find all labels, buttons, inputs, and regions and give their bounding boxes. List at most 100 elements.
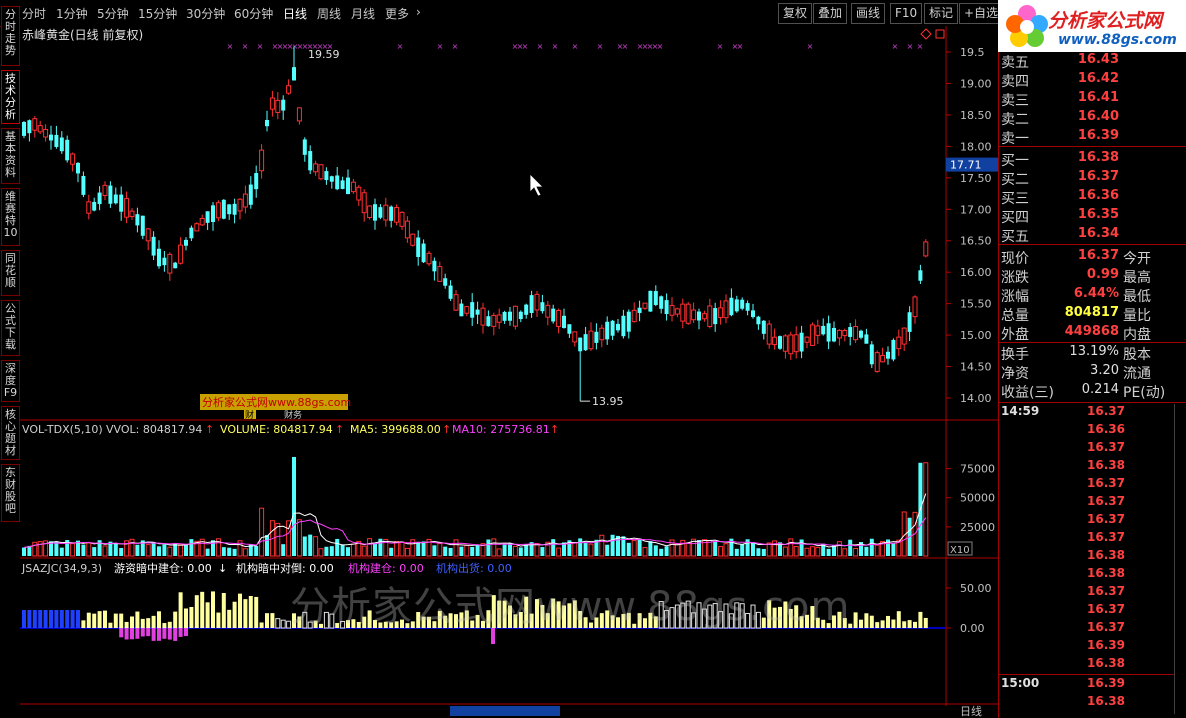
volume-bar [836, 541, 842, 557]
volume-bar [793, 546, 799, 557]
candle-body [562, 315, 566, 328]
volume-bar [437, 543, 443, 557]
tick-price: 16.38 [1087, 566, 1125, 580]
quote-separator [999, 244, 1186, 245]
volume-bar [394, 541, 400, 557]
ind-bar-magenta [167, 628, 172, 640]
stat-value: 804817 [1064, 305, 1119, 320]
period-tab-3[interactable]: 15分钟 [138, 5, 177, 22]
tick-price: 16.37 [1087, 512, 1125, 526]
volume-bar [605, 544, 610, 556]
tick-price: 16.37 [1087, 530, 1125, 544]
volume-bar [756, 548, 761, 556]
ind-bar-yellow [130, 616, 134, 628]
period-tab-9[interactable]: 更多 [385, 5, 409, 22]
candle-body [842, 329, 848, 337]
ind-bar-yellow [902, 621, 907, 628]
buy-level-price: 16.35 [1077, 207, 1119, 222]
period-tab-5[interactable]: 60分钟 [234, 5, 273, 22]
toolbar-button-1[interactable]: 叠加 [813, 3, 848, 24]
toolbar-button-4[interactable]: 标记 [924, 3, 959, 24]
candle-body [308, 151, 313, 171]
side-tab-2[interactable]: 基本资料 [1, 128, 20, 184]
volume-bar [648, 541, 653, 556]
candle-body [512, 305, 518, 327]
ind-bar-blue [27, 610, 32, 628]
stat-value: 0.99 [1086, 267, 1119, 282]
toolbar-button-2[interactable]: 画线 [851, 3, 886, 24]
volume-bar [718, 546, 724, 557]
ind-bar-yellow [907, 620, 912, 628]
candle-body [399, 211, 405, 227]
candle-body [237, 198, 243, 212]
price-axis-label: 17.50 [960, 172, 992, 185]
side-tab-5[interactable]: 公式下载 [1, 300, 20, 356]
ind-bar-yellow [205, 602, 210, 628]
toolbar-button-3[interactable]: F10 [890, 3, 923, 24]
ind-bar-yellow [140, 618, 145, 628]
candle-body [588, 330, 594, 350]
side-tab-1[interactable]: 技术分析 [1, 70, 20, 124]
stat-label-2: 内盘 [1123, 327, 1151, 343]
sell-level-price: 16.43 [1077, 52, 1119, 67]
volume-bar [443, 546, 448, 556]
tick-price: 16.37 [1087, 602, 1125, 616]
toolbar-button-5[interactable]: +自选 [959, 3, 1004, 24]
candle-body [329, 176, 334, 182]
period-tab-2[interactable]: 5分钟 [97, 5, 129, 22]
signal-marker: × [917, 42, 924, 51]
period-tab-8[interactable]: 月线 [351, 5, 375, 22]
volume-bar [448, 547, 453, 556]
sell-level-label: 卖四 [1001, 74, 1029, 90]
candle-body [756, 316, 761, 325]
side-tab-6[interactable]: 深度F9 [1, 360, 20, 402]
candle-body [350, 181, 356, 193]
period-tab-1[interactable]: 1分钟 [56, 5, 88, 22]
stat2-value: 13.19% [1069, 344, 1119, 359]
volume-bar [329, 546, 334, 556]
ind-bar-yellow [81, 620, 86, 628]
tick-scrollbar[interactable] [1174, 404, 1186, 714]
candle-body [318, 164, 324, 180]
ind-bar-yellow [923, 617, 928, 628]
vol-ma5-value: MA5: 399688.00 [350, 423, 441, 436]
volume-bar [815, 546, 821, 557]
candle-body [832, 327, 836, 342]
candle-body [421, 243, 426, 263]
ind-bar-yellow [880, 620, 885, 628]
side-tab-4[interactable]: 同花顺 [1, 250, 20, 296]
period-tab-7[interactable]: 周线 [317, 5, 341, 22]
period-tab-4[interactable]: 30分钟 [186, 5, 225, 22]
sell-level-label: 卖一 [1001, 131, 1029, 147]
side-tab-8[interactable]: 东财股吧 [1, 464, 20, 522]
volume-bar [302, 536, 307, 556]
candle-body [486, 316, 491, 327]
candle-body [669, 304, 675, 316]
candle-body [254, 173, 259, 190]
candle-body [685, 303, 691, 324]
candle-body [286, 85, 292, 94]
ind-line-2: 机构暗中对倒: 0.00 [236, 561, 334, 575]
period-tab-6[interactable]: 日线 [283, 5, 307, 22]
volume-bar [54, 541, 59, 556]
side-tab-3[interactable]: 维赛特10 [1, 188, 20, 246]
more-chevron-icon[interactable]: › [416, 5, 421, 19]
period-tab-0[interactable]: 分时 [22, 5, 46, 22]
sell-level-price: 16.42 [1077, 71, 1119, 86]
candle-body [880, 354, 886, 363]
quote-separator [999, 146, 1186, 147]
candle-body [578, 337, 583, 352]
ind-bar-yellow [913, 621, 917, 628]
side-tab-7[interactable]: 核心题材 [1, 406, 20, 460]
volume-bar [389, 547, 394, 556]
candle-body [167, 253, 173, 274]
stat2-label-2: 股本 [1123, 347, 1151, 363]
ind-bar-yellow [248, 595, 253, 628]
volume-bar [296, 519, 302, 557]
volume-bar [313, 536, 319, 557]
toolbar-button-0[interactable]: 复权 [778, 3, 813, 24]
tick-price: 16.37 [1087, 404, 1125, 418]
candle-body [648, 290, 653, 312]
side-tab-0[interactable]: 分时走势 [1, 6, 20, 66]
ind-bar-blue [32, 610, 37, 628]
